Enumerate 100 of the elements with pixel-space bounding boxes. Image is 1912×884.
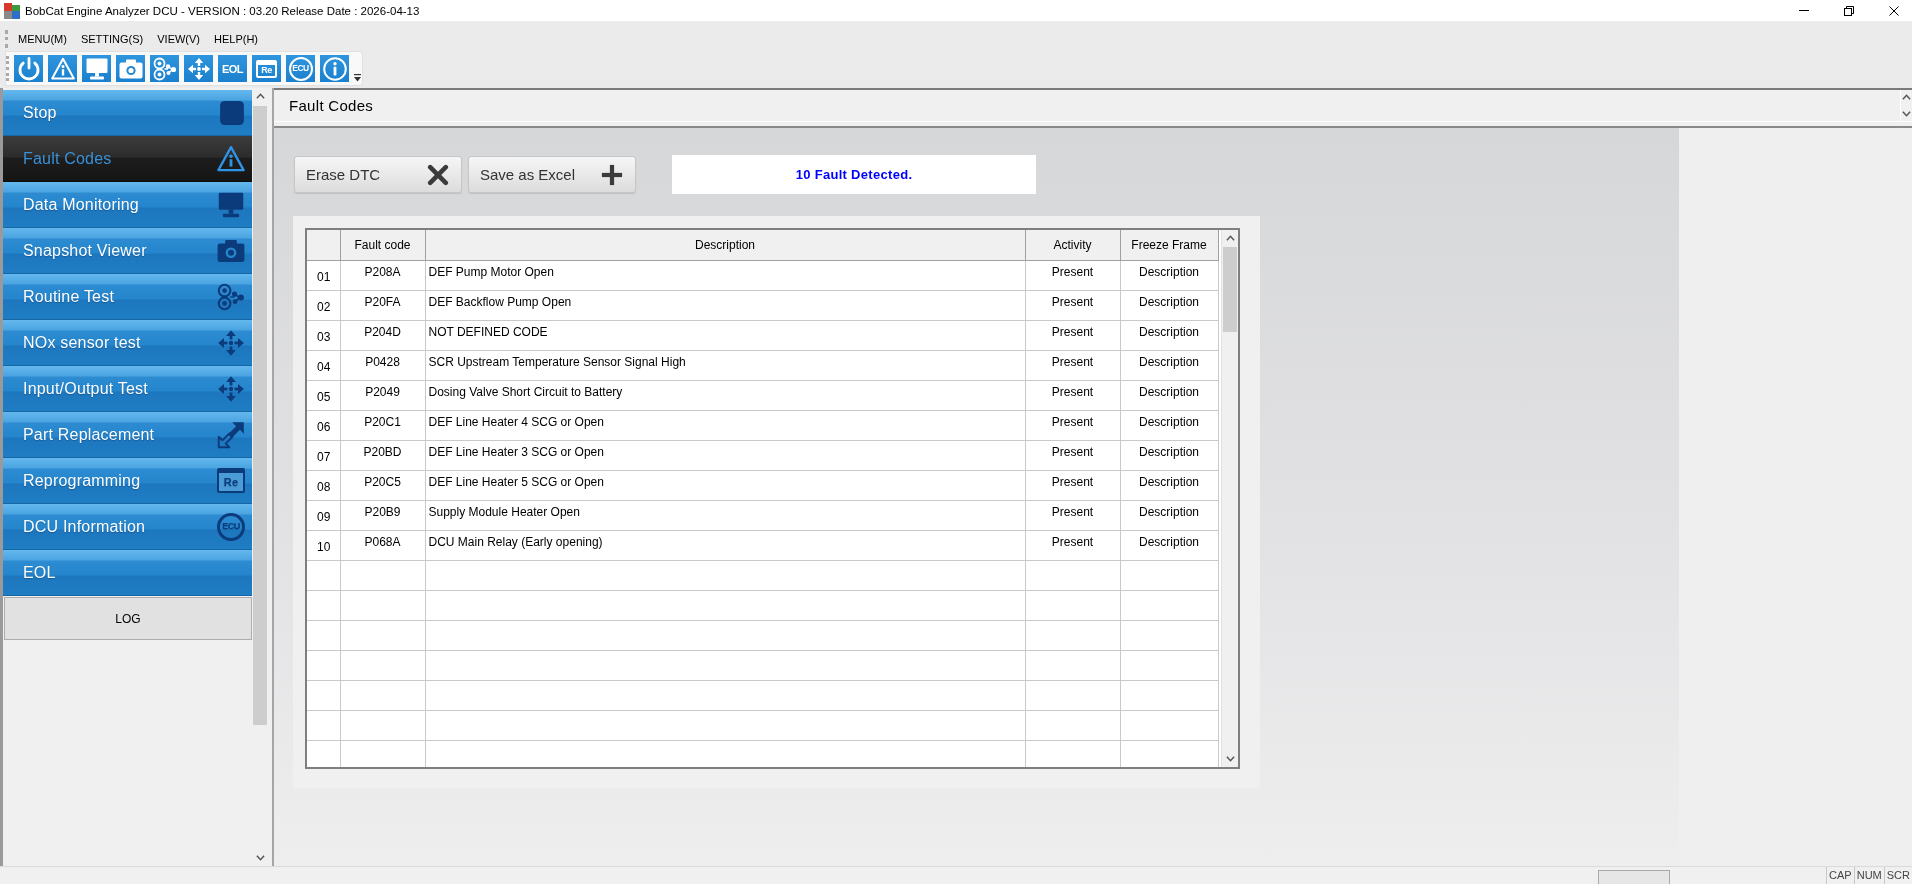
erase-button[interactable]: Erase DTC (294, 156, 462, 193)
row-number: 05 (307, 380, 340, 410)
sidebar-item[interactable]: EOL (3, 550, 252, 596)
grip-icon (6, 56, 9, 81)
warning-icon (217, 144, 245, 173)
plus-icon (601, 163, 623, 186)
fault-code: P20C5 (340, 470, 425, 500)
column-header: Freeze Frame (1120, 230, 1218, 260)
toolbar-button[interactable] (14, 55, 43, 82)
toolbar-button[interactable]: EOL (218, 55, 247, 82)
activity-status: Present (1025, 470, 1120, 500)
chevron-up-icon (1225, 234, 1235, 243)
diagonal-arrows-icon (217, 420, 245, 449)
chevron-down-icon (1225, 754, 1235, 763)
fault-description: DCU Main Relay (Early opening) (425, 530, 1025, 560)
grip-icon (5, 30, 8, 48)
badge-icon: ECU (217, 512, 245, 541)
freeze-frame-text: Description (1120, 410, 1218, 440)
fault-code: P20B9 (340, 500, 425, 530)
fault-code: P208A (340, 260, 425, 290)
toolbar-button[interactable] (320, 55, 349, 82)
sidebar-item[interactable]: Part Replacement (3, 412, 252, 458)
toolbar-button[interactable] (150, 55, 179, 82)
fault-description: SCR Upstream Temperature Sensor Signal High (425, 350, 1025, 380)
key-indicator: CAP (1826, 867, 1854, 884)
fault-description: DEF Line Heater 4 SCG or Open (425, 410, 1025, 440)
fault-description: DEF Line Heater 5 SCG or Open (425, 470, 1025, 500)
toolbar-button[interactable]: ECU (286, 55, 315, 82)
row-number: 07 (307, 440, 340, 470)
freeze-frame-text: Description (1120, 530, 1218, 560)
row-number: 01 (307, 260, 340, 290)
row-number: 03 (307, 320, 340, 350)
freeze-frame-text: Description (1120, 440, 1218, 470)
fault-description: DEF Pump Motor Open (425, 260, 1025, 290)
activity-status: Present (1025, 410, 1120, 440)
menu-item[interactable]: SETTING(S) (73, 30, 151, 48)
fault-code: P2049 (340, 380, 425, 410)
chevron-down-icon (255, 853, 265, 862)
sidebar-item[interactable]: Snapshot Viewer (3, 228, 252, 274)
warning-icon (50, 56, 75, 81)
toolbar-button[interactable] (116, 55, 145, 82)
fault-description: Supply Module Heater Open (425, 500, 1025, 530)
fault-description: DEF Backflow Pump Open (425, 290, 1025, 320)
activity-status: Present (1025, 440, 1120, 470)
freeze-frame-text: Description (1120, 290, 1218, 320)
fault-description: NOT DEFINED CODE (425, 320, 1025, 350)
row-number: 08 (307, 470, 340, 500)
activity-status: Present (1025, 290, 1120, 320)
app-logo-icon (4, 2, 20, 19)
fault-code: P204D (340, 320, 425, 350)
activity-status: Present (1025, 350, 1120, 380)
close-icon (1888, 5, 1899, 16)
scrollbar-thumb[interactable] (253, 106, 267, 725)
activity-status: Present (1025, 380, 1120, 410)
activity-status: Present (1025, 260, 1120, 290)
freeze-frame-text: Description (1120, 380, 1218, 410)
sidebar-item[interactable]: Reprogramming Re (3, 458, 252, 504)
column-header: Activity (1025, 230, 1120, 260)
activity-status: Present (1025, 500, 1120, 530)
row-number: 04 (307, 350, 340, 380)
fault-code: P20BD (340, 440, 425, 470)
window-title: BobCat Engine Analyzer DCU - VERSION : 03.20 Release Date : 2026-04-13 (25, 4, 420, 17)
fault-description: Dosing Valve Short Circuit to Battery (425, 380, 1025, 410)
scrollbar-thumb[interactable] (1223, 247, 1237, 332)
save-button[interactable]: Save as Excel (468, 156, 636, 193)
panel-title: Fault Codes (289, 97, 374, 114)
row-number: 02 (307, 290, 340, 320)
column-header: Description (425, 230, 1025, 260)
restore-icon (1843, 5, 1854, 16)
chevron-down-icon (1902, 108, 1911, 118)
row-number: 06 (307, 410, 340, 440)
toolbar-button[interactable] (82, 55, 111, 82)
key-indicator: SCR (1883, 867, 1912, 884)
column-header: Fault code (340, 230, 425, 260)
circles-icon (217, 282, 245, 311)
log-button[interactable]: LOG (4, 597, 252, 640)
vertical-scrollbar[interactable] (1221, 230, 1238, 767)
menu-item[interactable]: VIEW(V) (150, 30, 207, 48)
document-icon: Re (217, 468, 245, 493)
toolbar-button[interactable] (48, 55, 77, 82)
row-number: 10 (307, 530, 340, 560)
menu-item[interactable]: MENU(M) (11, 30, 74, 48)
sidebar-item[interactable]: Fault Codes (3, 136, 252, 182)
sidebar-item[interactable]: NOx sensor test (3, 320, 252, 366)
monitor-icon (217, 190, 245, 219)
sidebar-item[interactable]: Routine Test (3, 274, 252, 320)
sidebar-item[interactable]: DCU Information ECU (3, 504, 252, 550)
status-message: 10 Fault Detected. (672, 155, 1036, 194)
four-arrows-icon (217, 328, 245, 357)
four-arrows-icon (186, 56, 211, 81)
menu-item[interactable]: HELP(H) (207, 30, 266, 48)
overflow-icon[interactable] (354, 74, 361, 82)
sidebar-item[interactable]: Stop (3, 90, 252, 136)
circles-icon (152, 56, 177, 81)
fault-code: P0428 (340, 350, 425, 380)
sidebar-item[interactable]: Data Monitoring (3, 182, 252, 228)
toolbar-button[interactable] (184, 55, 213, 82)
freeze-frame-text: Description (1120, 260, 1218, 290)
power-icon (16, 56, 41, 81)
sidebar-item[interactable]: Input/Output Test (3, 366, 252, 412)
